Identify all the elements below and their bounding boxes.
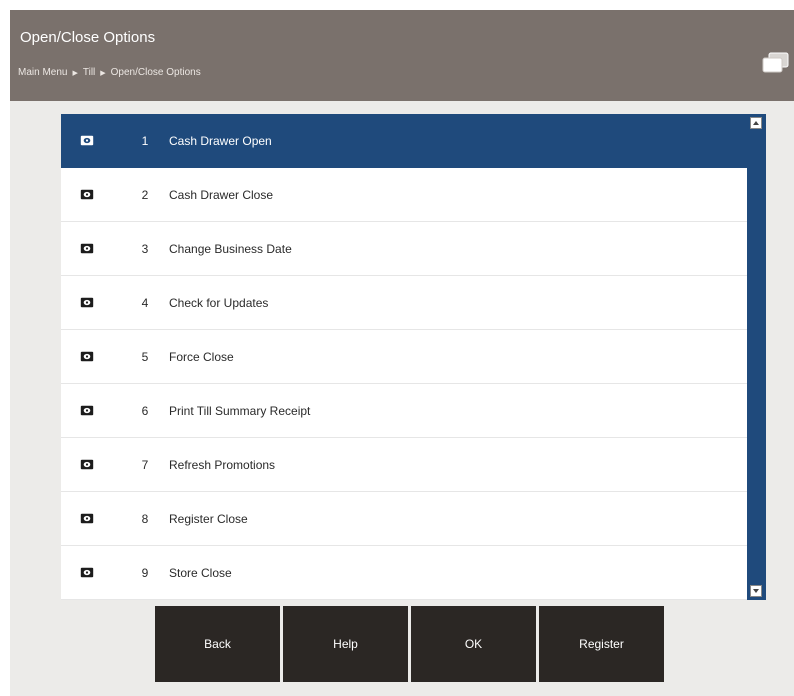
scroll-up-button[interactable] xyxy=(750,117,762,129)
menu-item-number: 2 xyxy=(141,187,149,202)
ok-button[interactable]: OK xyxy=(411,606,536,682)
cash-drawer-icon xyxy=(80,243,94,254)
triangle-right-icon: ▶ xyxy=(72,69,78,77)
menu-item-7[interactable]: 7 Refresh Promotions xyxy=(61,438,747,492)
cash-drawer-icon xyxy=(80,405,94,416)
arrow-down-icon xyxy=(753,589,759,593)
menu-item-8[interactable]: 8 Register Close xyxy=(61,492,747,546)
menu-item-number: 5 xyxy=(141,349,149,364)
arrow-up-icon xyxy=(753,121,759,125)
breadcrumb-item-main-menu[interactable]: Main Menu xyxy=(18,67,67,78)
menu-item-label: Store Close xyxy=(169,565,232,580)
menu-item-number: 4 xyxy=(141,295,149,310)
breadcrumb: Main Menu ▶ Till ▶ Open/Close Options xyxy=(18,67,201,78)
cash-drawer-icon xyxy=(80,135,94,146)
menu-item-label: Refresh Promotions xyxy=(169,457,276,472)
menu-item-label: Check for Updates xyxy=(169,295,269,310)
cash-drawer-icon xyxy=(80,189,94,200)
help-button[interactable]: Help xyxy=(283,606,408,682)
breadcrumb-item-open-close-options: Open/Close Options xyxy=(110,67,201,78)
menu-item-label: Cash Drawer Close xyxy=(169,187,274,202)
menu-item-5[interactable]: 5 Force Close xyxy=(61,330,747,384)
menu-item-number: 6 xyxy=(141,403,149,418)
menu-item-label: Cash Drawer Open xyxy=(169,133,272,148)
cash-drawer-icon xyxy=(80,513,94,524)
menu-item-label: Force Close xyxy=(169,349,234,364)
menu-item-number: 7 xyxy=(141,457,149,472)
menu-item-number: 3 xyxy=(141,241,149,256)
pos-screen: Open/Close Options Main Menu ▶ Till ▶ Op… xyxy=(10,10,794,696)
menu-item-6[interactable]: 6 Print Till Summary Receipt xyxy=(61,384,747,438)
menu-item-4[interactable]: 4 Check for Updates xyxy=(61,276,747,330)
menu-list: 1 Cash Drawer Open 2 Cash Drawer Close 3 Chan… xyxy=(61,114,747,600)
menu-item-number: 9 xyxy=(141,565,149,580)
triangle-right-icon: ▶ xyxy=(100,69,106,77)
menu-item-number: 8 xyxy=(141,511,149,526)
vertical-scrollbar[interactable] xyxy=(747,114,766,600)
register-button[interactable]: Register xyxy=(539,606,664,682)
scroll-down-button[interactable] xyxy=(750,585,762,597)
breadcrumb-item-till[interactable]: Till xyxy=(83,67,95,78)
cash-drawer-icon xyxy=(80,567,94,578)
page-title: Open/Close Options xyxy=(20,29,156,46)
menu-item-number: 1 xyxy=(141,133,149,148)
menu-list-panel: 1 Cash Drawer Open 2 Cash Drawer Close 3 Chan… xyxy=(61,114,766,600)
menu-item-9[interactable]: 9 Store Close xyxy=(61,546,747,600)
menu-item-label: Register Close xyxy=(169,511,248,526)
window-stack-icon[interactable] xyxy=(762,50,790,74)
cash-drawer-icon xyxy=(80,297,94,308)
menu-item-label: Print Till Summary Receipt xyxy=(169,403,311,418)
menu-item-3[interactable]: 3 Change Business Date xyxy=(61,222,747,276)
header-bar: Open/Close Options Main Menu ▶ Till ▶ Op… xyxy=(10,10,794,101)
menu-item-label: Change Business Date xyxy=(169,241,292,256)
back-button[interactable]: Back xyxy=(155,606,280,682)
menu-item-2[interactable]: 2 Cash Drawer Close xyxy=(61,168,747,222)
menu-item-1[interactable]: 1 Cash Drawer Open xyxy=(61,114,747,168)
cash-drawer-icon xyxy=(80,459,94,470)
action-button-bar: Back Help OK Register xyxy=(155,606,664,682)
cash-drawer-icon xyxy=(80,351,94,362)
